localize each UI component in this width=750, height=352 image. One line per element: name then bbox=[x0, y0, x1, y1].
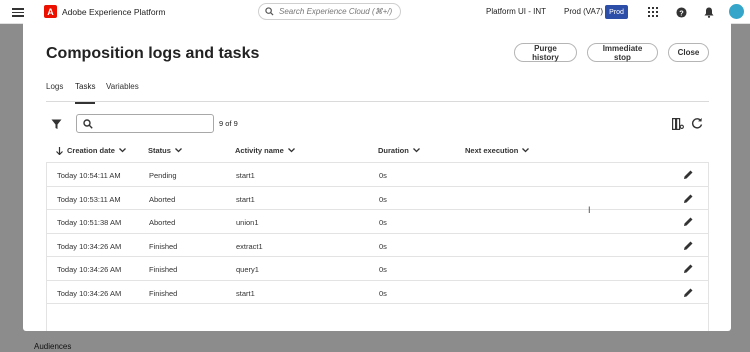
column-status-label: Status bbox=[148, 146, 171, 155]
cell-creation-date: Today 10:34:26 AM bbox=[57, 265, 122, 274]
edit-pencil-icon[interactable] bbox=[683, 169, 694, 180]
org-switcher[interactable]: Prod (VA7) bbox=[564, 7, 603, 16]
result-count: 9 of 9 bbox=[219, 119, 238, 128]
table-row[interactable]: Today 10:34:26 AM Finished start1 0s bbox=[47, 281, 708, 304]
chevron-down-icon bbox=[174, 148, 182, 153]
column-activity-label: Activity name bbox=[235, 146, 284, 155]
cell-duration: 0s bbox=[379, 288, 387, 298]
adobe-logo[interactable]: A bbox=[44, 5, 57, 18]
menu-icon[interactable] bbox=[12, 6, 24, 18]
table-row[interactable]: Today 10:34:26 AM Finished extract1 0s bbox=[47, 234, 708, 257]
tab-variables[interactable]: Variables bbox=[106, 82, 139, 102]
refresh-icon[interactable] bbox=[691, 116, 704, 129]
purge-history-button[interactable]: Purge history bbox=[514, 43, 577, 62]
chevron-down-icon bbox=[287, 148, 295, 153]
column-settings-icon[interactable] bbox=[672, 117, 684, 131]
cell-activity-name: union1 bbox=[236, 218, 259, 227]
tasks-table-body: Today 10:54:11 AM Pending start1 0s Toda… bbox=[46, 162, 709, 331]
chevron-down-icon bbox=[118, 148, 126, 153]
edit-pencil-icon[interactable] bbox=[683, 193, 694, 204]
tab-bar: Logs Tasks Variables bbox=[46, 82, 709, 104]
column-status[interactable]: Status bbox=[148, 146, 182, 155]
global-search-placeholder: Search Experience Cloud (⌘+/) bbox=[279, 7, 393, 16]
immediate-stop-button[interactable]: Immediate stop bbox=[587, 43, 658, 62]
filter-icon[interactable] bbox=[51, 117, 63, 129]
cell-creation-date: Today 10:34:26 AM bbox=[57, 241, 122, 251]
cell-activity-name: start1 bbox=[236, 171, 255, 180]
cell-creation-date: Today 10:54:11 AM bbox=[57, 171, 121, 180]
cell-creation-date: Today 10:51:38 AM bbox=[57, 218, 122, 227]
cell-status: Aborted bbox=[149, 194, 176, 204]
table-row[interactable]: Today 10:53:11 AM Aborted start1 0s bbox=[47, 187, 708, 210]
cell-status: Finished bbox=[149, 265, 178, 274]
table-header: Creation date Status Activity name Durat… bbox=[46, 146, 709, 162]
avatar[interactable] bbox=[729, 4, 744, 19]
edit-pencil-icon[interactable] bbox=[683, 240, 694, 251]
sort-arrow-down-icon bbox=[56, 146, 63, 155]
help-icon[interactable]: ? bbox=[674, 5, 688, 19]
text-cursor-icon: I bbox=[588, 205, 591, 215]
edit-pencil-icon[interactable] bbox=[683, 263, 694, 274]
apps-grid-icon[interactable] bbox=[646, 5, 660, 19]
column-creation-date[interactable]: Creation date bbox=[56, 146, 126, 155]
search-icon bbox=[265, 7, 274, 16]
table-row[interactable]: Today 10:51:38 AM Aborted union1 0s bbox=[47, 210, 708, 234]
edit-pencil-icon[interactable] bbox=[683, 216, 694, 227]
edit-pencil-icon[interactable] bbox=[683, 287, 694, 298]
composition-logs-dialog: Composition logs and tasks Purge history… bbox=[23, 21, 731, 331]
close-button[interactable]: Close bbox=[668, 43, 709, 62]
column-next-execution[interactable]: Next execution bbox=[465, 146, 530, 155]
chevron-down-icon bbox=[522, 148, 530, 153]
cell-status: Finished bbox=[149, 241, 178, 251]
cell-status: Pending bbox=[149, 171, 177, 180]
env-badge: Prod bbox=[605, 5, 628, 19]
column-next-label: Next execution bbox=[465, 146, 519, 155]
sandbox-switcher[interactable]: Platform UI - INT bbox=[486, 7, 546, 16]
cell-duration: 0s bbox=[379, 194, 387, 204]
cell-activity-name: start1 bbox=[236, 194, 255, 204]
cell-status: Aborted bbox=[149, 218, 176, 227]
column-activity-name[interactable]: Activity name bbox=[235, 146, 295, 155]
column-creation-date-label: Creation date bbox=[67, 146, 115, 155]
cell-status: Finished bbox=[149, 288, 178, 298]
cell-activity-name: extract1 bbox=[236, 241, 263, 251]
cell-creation-date: Today 10:34:26 AM bbox=[57, 288, 122, 298]
cell-activity-name: query1 bbox=[236, 265, 259, 274]
table-row[interactable]: Today 10:34:26 AM Finished query1 0s bbox=[47, 257, 708, 281]
tab-tasks[interactable]: Tasks bbox=[75, 82, 96, 104]
dialog-title: Composition logs and tasks bbox=[46, 45, 260, 62]
chevron-down-icon bbox=[412, 148, 420, 153]
cell-activity-name: start1 bbox=[236, 288, 255, 298]
column-duration-label: Duration bbox=[378, 146, 409, 155]
search-icon bbox=[83, 118, 93, 129]
column-duration[interactable]: Duration bbox=[378, 146, 420, 155]
app-title[interactable]: Adobe Experience Platform bbox=[62, 7, 165, 17]
cell-duration: 0s bbox=[379, 265, 387, 274]
table-row[interactable]: Today 10:54:11 AM Pending start1 0s bbox=[47, 163, 708, 187]
cell-duration: 0s bbox=[379, 218, 387, 227]
cell-duration: 0s bbox=[379, 241, 387, 251]
cell-creation-date: Today 10:53:11 AM bbox=[57, 194, 121, 204]
svg-text:?: ? bbox=[679, 8, 684, 17]
bell-icon[interactable] bbox=[702, 5, 716, 19]
cell-duration: 0s bbox=[379, 171, 387, 180]
global-search-input[interactable]: Search Experience Cloud (⌘+/) bbox=[258, 3, 401, 20]
tab-logs[interactable]: Logs bbox=[46, 82, 63, 102]
task-search-input[interactable] bbox=[76, 114, 214, 133]
